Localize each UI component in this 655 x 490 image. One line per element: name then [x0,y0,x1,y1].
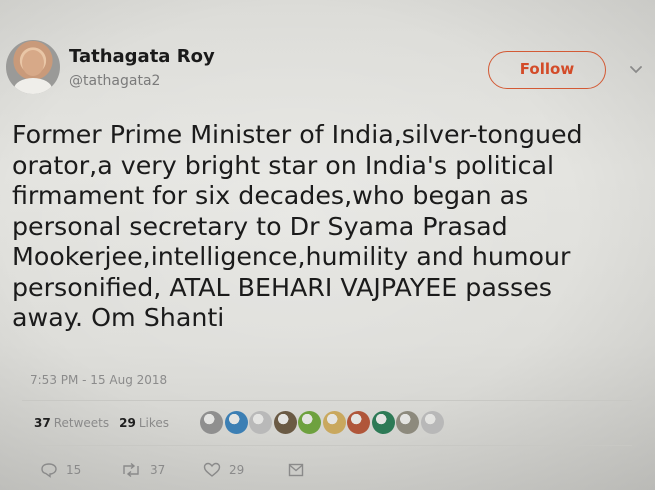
retweets-label: Retweets [53,416,110,430]
tweet-text: Former Prime Minister of India,silver-to… [12,120,583,332]
divider [22,400,632,401]
retweet-action[interactable]: 37 [120,460,165,480]
liker-avatar[interactable] [322,411,346,434]
reply-count: 15 [66,463,82,477]
liker-avatar[interactable] [396,411,419,434]
reply-action[interactable]: 15 [40,460,81,480]
message-action[interactable] [288,460,304,480]
retweet-count: 37 [150,463,166,477]
liker-avatar[interactable] [298,411,321,434]
author-name[interactable]: Tathagata Roy [69,46,215,67]
retweets-count: 37 [34,416,51,430]
likes-label: Likes [138,416,170,430]
divider [22,445,632,446]
author-avatar[interactable] [6,40,60,94]
heart-icon [203,462,221,477]
liker-avatar[interactable] [371,411,395,434]
chevron-down-icon[interactable] [628,62,644,78]
retweets-stat[interactable]: 37 Retweets [34,416,109,430]
message-icon [288,463,304,477]
liker-avatar[interactable] [200,411,223,434]
tweet-header: Tathagata Roy @tathagata2 Follow [6,40,646,102]
tweet-actions: 15 37 29 [40,460,340,480]
follow-button[interactable]: Follow [488,51,606,89]
tweet-stats: 37 Retweets 29 Likes [34,416,169,430]
like-count: 29 [229,463,245,477]
liker-avatar[interactable] [420,411,444,434]
liker-avatar[interactable] [347,411,370,434]
avatar-head [22,50,44,76]
likes-count: 29 [119,416,136,430]
reply-icon [41,463,57,478]
retweet-icon [123,462,139,478]
author-handle[interactable]: @tathagata2 [69,73,160,89]
tweet-timestamp[interactable]: 7:53 PM - 15 Aug 2018 [30,373,167,387]
liker-avatar[interactable] [273,411,297,434]
liker-avatar[interactable] [224,411,248,434]
like-action[interactable]: 29 [203,460,244,480]
likes-stat[interactable]: 29 Likes [119,416,169,430]
liker-avatar[interactable] [249,411,272,434]
avatar-shirt [14,78,52,94]
